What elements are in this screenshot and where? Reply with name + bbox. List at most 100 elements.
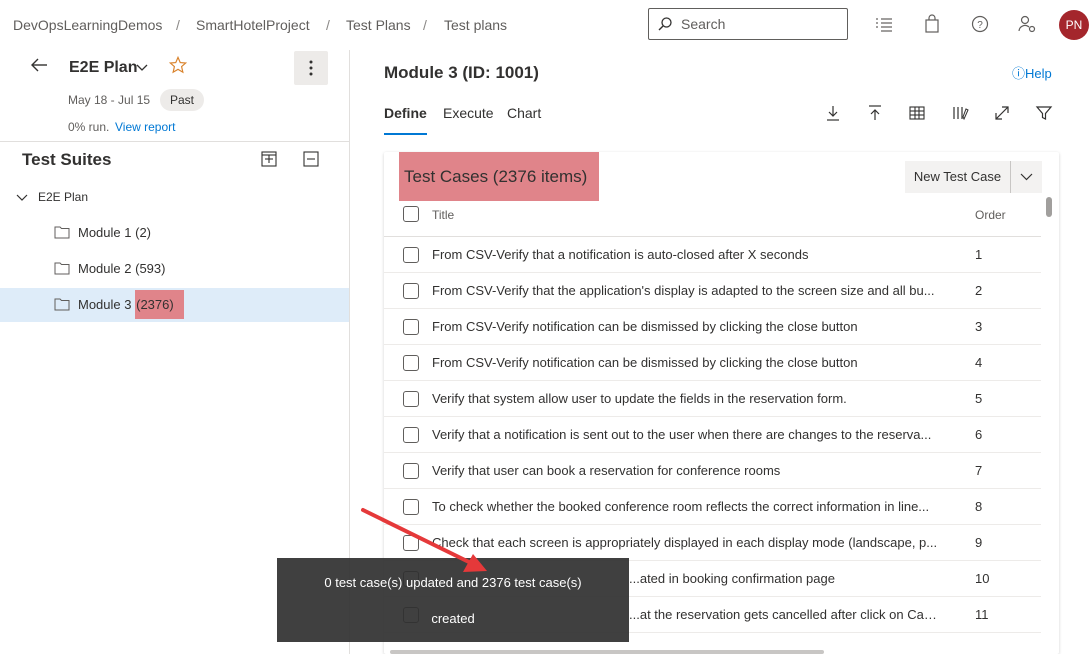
test-case-title[interactable]: To check whether the booked conference r… <box>432 499 942 514</box>
tree-root[interactable]: E2E Plan <box>0 180 349 214</box>
breadcrumb-separator: / <box>326 17 330 33</box>
more-options-button[interactable] <box>294 51 328 85</box>
suite-item-module-3[interactable]: Module 3 (2376) <box>0 288 349 322</box>
test-case-title[interactable]: From CSV-Verify notification can be dism… <box>432 355 942 370</box>
test-suites-title: Test Suites <box>22 150 112 169</box>
breadcrumb-test-plans[interactable]: Test Plans <box>346 17 411 33</box>
tab-execute[interactable]: Execute <box>443 105 494 121</box>
test-case-title[interactable]: From CSV-Verify that a notification is a… <box>432 247 942 262</box>
test-case-order: 8 <box>975 499 983 514</box>
add-suite-icon[interactable] <box>261 151 277 167</box>
row-checkbox[interactable] <box>403 391 419 407</box>
column-options-icon[interactable] <box>951 104 969 122</box>
new-test-case-button[interactable]: New Test Case <box>905 161 1011 193</box>
annotation-arrow-icon <box>361 508 487 572</box>
marketplace-bag-icon[interactable] <box>922 14 942 34</box>
row-checkbox[interactable] <box>403 427 419 443</box>
test-case-order: 5 <box>975 391 983 406</box>
row-checkbox[interactable] <box>403 355 419 371</box>
search-box[interactable] <box>648 8 848 40</box>
tab-define[interactable]: Define <box>384 105 427 121</box>
folder-icon <box>54 262 70 275</box>
svg-text:?: ? <box>977 20 983 31</box>
collapse-all-icon[interactable] <box>303 151 319 167</box>
table-row[interactable]: Verify that a notification is sent out t… <box>384 417 1041 453</box>
test-case-title[interactable]: ...at the reservation gets cancelled aft… <box>629 607 939 622</box>
suite-name: Module 2 <box>78 261 132 276</box>
breadcrumb-current[interactable]: Test plans <box>444 17 507 33</box>
active-tab-indicator <box>384 133 427 135</box>
toast-message-line2: created <box>431 611 475 626</box>
test-case-order: 7 <box>975 463 983 478</box>
column-header-title[interactable]: Title <box>432 208 454 222</box>
filter-icon[interactable] <box>1035 104 1053 122</box>
import-upload-icon[interactable] <box>866 104 884 122</box>
test-case-order: 10 <box>975 571 990 586</box>
test-case-title[interactable]: Check that each screen is appropriately … <box>432 535 942 550</box>
avatar[interactable]: PN <box>1059 10 1089 40</box>
table-row[interactable]: Verify that system allow user to update … <box>384 381 1041 417</box>
suite-name: Module 3 <box>78 297 132 312</box>
status-badge: Past <box>160 89 205 111</box>
table-row[interactable]: Verify that user can book a reservation … <box>384 453 1041 489</box>
row-checkbox[interactable] <box>403 319 419 335</box>
test-case-title[interactable]: ...ated in booking confirmation page <box>629 571 939 586</box>
favorite-star-icon[interactable] <box>169 56 187 74</box>
horizontal-scrollbar[interactable] <box>390 650 824 654</box>
table-row[interactable]: From CSV-Verify notification can be dism… <box>384 309 1041 345</box>
view-report-link[interactable]: View report <box>115 120 175 134</box>
plan-dates: May 18 - Jul 15 <box>68 93 151 107</box>
column-header-order[interactable]: Order <box>975 208 1006 222</box>
suite-count: (2) <box>135 225 151 240</box>
export-download-icon[interactable] <box>824 104 842 122</box>
row-checkbox[interactable] <box>403 247 419 263</box>
search-icon <box>658 17 672 31</box>
grid-view-icon[interactable] <box>908 104 926 122</box>
suite-count: (593) <box>135 261 166 276</box>
test-case-order: 1 <box>975 247 983 262</box>
suite-name: Module 1 <box>78 225 132 240</box>
task-list-icon[interactable] <box>874 14 894 34</box>
chevron-down-icon[interactable] <box>16 191 28 203</box>
tree-root-label: E2E Plan <box>38 190 89 204</box>
test-case-title[interactable]: Verify that system allow user to update … <box>432 391 942 406</box>
chevron-down-icon <box>1020 173 1033 181</box>
test-cases-heading: Test Cases (2376 items) <box>399 152 600 201</box>
folder-icon <box>54 298 70 311</box>
table-row[interactable]: From CSV-Verify that the application's d… <box>384 273 1041 309</box>
fullscreen-icon[interactable] <box>993 104 1011 122</box>
suite-item-module-1[interactable]: Module 1 (2) <box>0 216 349 250</box>
help-icon[interactable]: ? <box>970 14 990 34</box>
run-percentage: 0% run. <box>68 120 110 134</box>
table-row[interactable]: From CSV-Verify notification can be dism… <box>384 345 1041 381</box>
plan-name[interactable]: E2E Plan <box>69 59 137 77</box>
chevron-down-icon[interactable] <box>135 60 149 74</box>
new-test-case-dropdown[interactable] <box>1011 161 1042 193</box>
help-link[interactable]: ⓘHelp <box>1012 63 1052 82</box>
more-vertical-icon <box>309 60 313 76</box>
test-case-title[interactable]: Verify that a notification is sent out t… <box>432 427 942 442</box>
vertical-scrollbar[interactable] <box>1046 197 1052 217</box>
suite-count-highlight: (2376) <box>135 290 184 319</box>
back-arrow-icon[interactable] <box>29 55 49 75</box>
row-checkbox[interactable] <box>403 283 419 299</box>
row-checkbox[interactable] <box>403 463 419 479</box>
test-case-title[interactable]: From CSV-Verify that the application's d… <box>432 283 942 298</box>
user-settings-icon[interactable] <box>1017 14 1037 34</box>
breadcrumb-separator: / <box>176 17 180 33</box>
tab-chart[interactable]: Chart <box>507 105 541 121</box>
page-title: Module 3 (ID: 1001) <box>384 63 539 82</box>
folder-icon <box>54 226 70 239</box>
breadcrumb-project[interactable]: SmartHotelProject <box>196 17 310 33</box>
suite-item-module-2[interactable]: Module 2 (593) <box>0 252 349 286</box>
breadcrumb-org[interactable]: DevOpsLearningDemos <box>13 17 162 33</box>
test-case-title[interactable]: From CSV-Verify notification can be dism… <box>432 319 942 334</box>
help-label: Help <box>1025 66 1052 81</box>
breadcrumb-separator: / <box>423 17 427 33</box>
test-case-title[interactable]: Verify that user can book a reservation … <box>432 463 942 478</box>
test-case-order: 6 <box>975 427 983 442</box>
table-row[interactable]: From CSV-Verify that a notification is a… <box>384 237 1041 273</box>
search-input[interactable] <box>679 14 839 34</box>
test-case-order: 4 <box>975 355 983 370</box>
select-all-checkbox[interactable] <box>403 206 419 222</box>
